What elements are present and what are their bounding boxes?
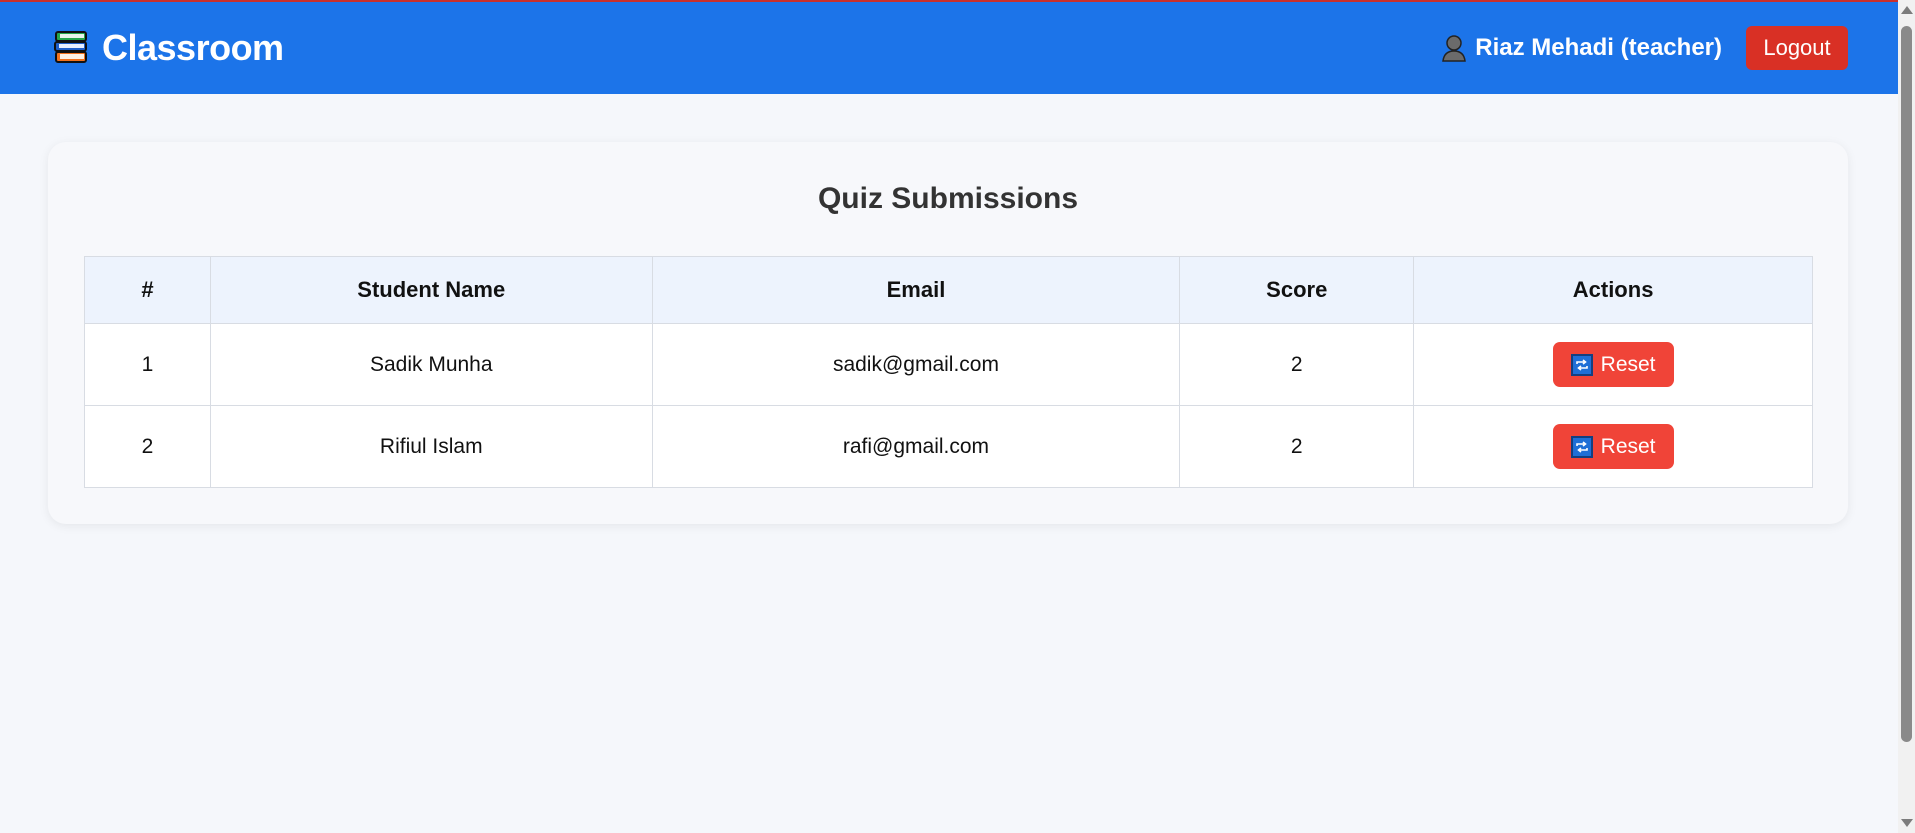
submissions-table: # Student Name Email Score Actions 1 Sad… [84,256,1813,488]
header-number[interactable]: # [84,256,211,324]
cell-actions: Reset [1413,323,1813,406]
cell-score: 2 [1179,323,1415,406]
cell-number: 2 [84,405,211,488]
nav-right: Riaz Mehadi (teacher) Logout [1441,26,1848,70]
cell-score: 2 [1179,405,1415,488]
repeat-icon [1570,435,1593,458]
reset-button[interactable]: Reset [1552,342,1674,387]
cell-student-name: Rifiul Islam [209,405,653,488]
scroll-thumb[interactable] [1901,26,1912,742]
user-info: Riaz Mehadi (teacher) [1441,34,1722,62]
header-student-name[interactable]: Student Name [209,256,653,324]
brand-title: Classroom [102,27,284,68]
cell-email: sadik@gmail.com [651,323,1181,406]
reset-label: Reset [1600,434,1656,458]
cell-actions: Reset [1413,405,1813,488]
cell-email: rafi@gmail.com [651,405,1181,488]
table-row: 2 Rifiul Islam rafi@gmail.com 2 Reset [84,405,1813,488]
scroll-down-icon[interactable] [1901,819,1913,827]
reset-label: Reset [1600,352,1656,376]
user-icon [1441,34,1467,62]
page-title: Quiz Submissions [817,182,1079,215]
cell-number: 1 [84,323,211,406]
user-name: Riaz Mehadi (teacher) [1475,34,1722,61]
reset-button[interactable]: Reset [1552,424,1674,469]
table-header-row: # Student Name Email Score Actions [84,256,1813,324]
books-icon [52,28,92,68]
repeat-icon [1570,353,1593,376]
header-actions: Actions [1413,256,1813,324]
scroll-up-icon[interactable] [1901,6,1913,14]
vertical-scrollbar[interactable] [1898,0,1915,833]
navbar: Classroom Riaz Mehadi (teacher) Logout [0,2,1898,94]
logout-button[interactable]: Logout [1746,26,1848,70]
header-score[interactable]: Score [1179,256,1415,324]
cell-student-name: Sadik Munha [209,323,653,406]
table-row: 1 Sadik Munha sadik@gmail.com 2 Reset [84,323,1813,406]
header-email[interactable]: Email [651,256,1181,324]
brand[interactable]: Classroom [52,27,284,69]
submissions-card: Quiz Submissions # Student Name Email Sc… [48,142,1848,524]
